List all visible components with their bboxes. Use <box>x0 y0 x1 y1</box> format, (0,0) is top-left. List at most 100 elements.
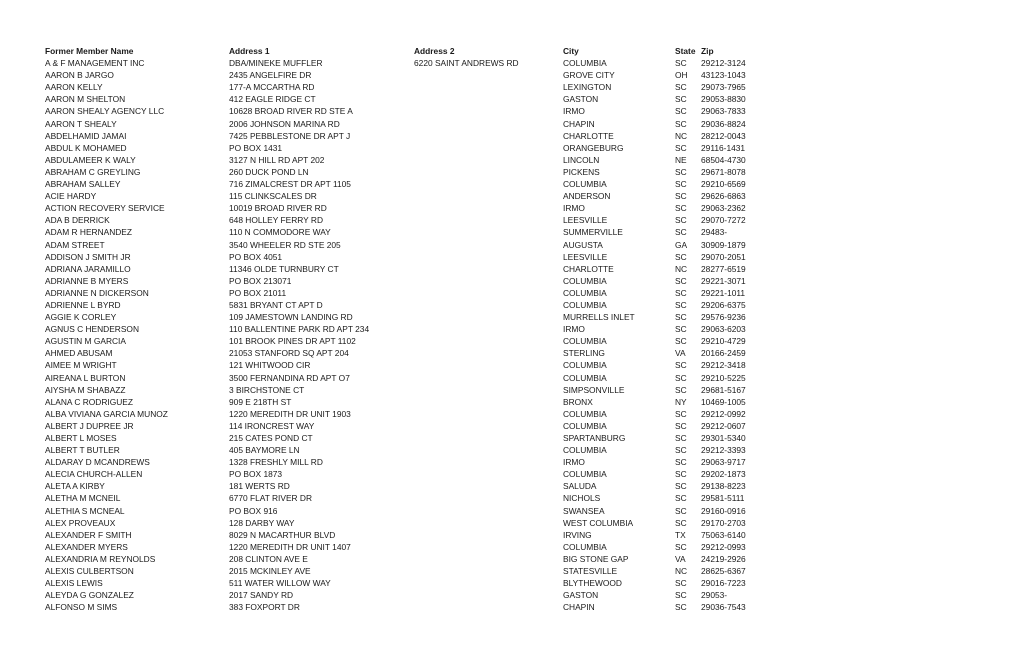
cell-zip: 29070-2051 <box>701 251 746 262</box>
cell-city: SALUDA <box>563 481 597 492</box>
cell-city: GROVE CITY <box>563 70 615 81</box>
cell-address1: PO BOX 1873 <box>229 469 283 480</box>
cell-city: LEXINGTON <box>563 82 612 93</box>
cell-address1: 1220 MEREDITH DR UNIT 1407 <box>229 541 351 552</box>
cell-zip: 29036-7543 <box>701 602 746 613</box>
cell-address1: PO BOX 4051 <box>229 251 283 262</box>
cell-city: BIG STONE GAP <box>563 553 629 564</box>
cell-name: ALBERT J DUPREE JR <box>45 420 134 431</box>
cell-city: MURRELLS INLET <box>563 312 635 323</box>
cell-zip: 75063-6140 <box>701 529 746 540</box>
cell-address1: 115 CLINKSCALES DR <box>229 191 317 202</box>
cell-city: GASTON <box>563 94 599 105</box>
header-state: State <box>675 46 696 56</box>
cell-city: IRMO <box>563 203 585 214</box>
cell-state: NE <box>675 154 687 165</box>
cell-name: ACIE HARDY <box>45 191 97 202</box>
cell-address1: 648 HOLLEY FERRY RD <box>229 215 324 226</box>
cell-address1: 121 WHITWOOD CIR <box>229 360 311 371</box>
cell-name: AARON M SHELTON <box>45 94 126 105</box>
cell-zip: 29063-9717 <box>701 457 746 468</box>
cell-name: A & F MANAGEMENT INC <box>45 58 145 69</box>
cell-address1: PO BOX 916 <box>229 505 278 516</box>
cell-name: ALEXIS LEWIS <box>45 578 103 589</box>
cell-zip: 29681-5167 <box>701 384 746 395</box>
cell-name: ADDISON J SMITH JR <box>45 251 131 262</box>
cell-zip: 29138-8223 <box>701 481 746 492</box>
cell-state: SC <box>675 82 687 93</box>
cell-state: SC <box>675 203 687 214</box>
cell-address1: 1220 MEREDITH DR UNIT 1903 <box>229 408 351 419</box>
cell-address1: 3 BIRCHSTONE CT <box>229 384 305 395</box>
cell-zip: 29212-3124 <box>701 58 746 69</box>
cell-state: VA <box>675 553 686 564</box>
cell-name: ALETHA M MCNEIL <box>45 493 121 504</box>
cell-name: ALEX PROVEAUX <box>45 517 116 528</box>
cell-address1: 181 WERTS RD <box>229 481 290 492</box>
cell-name: ALEXANDRIA M REYNOLDS <box>45 553 156 564</box>
cell-state: SC <box>675 324 687 335</box>
cell-address1: 110 BALLENTINE PARK RD APT 234 <box>229 324 370 335</box>
cell-state: SC <box>675 336 687 347</box>
cell-zip: 68504-4730 <box>701 154 746 165</box>
cell-state: SC <box>675 505 687 516</box>
cell-name: ABDUL K MOHAMED <box>45 142 127 153</box>
cell-zip: 29206-6375 <box>701 299 746 310</box>
cell-zip: 29063-6203 <box>701 324 746 335</box>
cell-state: SC <box>675 578 687 589</box>
cell-zip: 29212-0992 <box>701 408 746 419</box>
cell-zip: 29036-8824 <box>701 118 746 129</box>
cell-state: SC <box>675 384 687 395</box>
cell-city: BRONX <box>563 396 593 407</box>
cell-city: SIMPSONVILLE <box>563 384 625 395</box>
cell-city: COLUMBIA <box>563 299 607 310</box>
cell-city: COLUMBIA <box>563 336 607 347</box>
cell-zip: 29212-0993 <box>701 541 746 552</box>
cell-address1: PO BOX 213071 <box>229 275 292 286</box>
cell-city: COLUMBIA <box>563 445 607 456</box>
cell-name: ADAM R HERNANDEZ <box>45 227 133 238</box>
cell-address1: 412 EAGLE RIDGE CT <box>229 94 316 105</box>
cell-address1: 405 BAYMORE LN <box>229 445 300 456</box>
cell-address1: 3500 FERNANDINA RD APT O7 <box>229 372 350 383</box>
cell-city: COLUMBIA <box>563 275 607 286</box>
cell-address1: 716 ZIMALCREST DR APT 1105 <box>229 179 351 190</box>
cell-state: SC <box>675 58 687 69</box>
cell-city: CHARLOTTE <box>563 263 614 274</box>
cell-address1: 128 DARBY WAY <box>229 517 295 528</box>
cell-state: TX <box>675 529 686 540</box>
cell-state: SC <box>675 590 687 601</box>
cell-city: GASTON <box>563 590 599 601</box>
header-address1: Address 1 <box>229 46 270 56</box>
cell-address1: 2015 MCKINLEY AVE <box>229 566 311 577</box>
cell-name: ADAM STREET <box>45 239 105 250</box>
cell-city: COLUMBIA <box>563 287 607 298</box>
cell-zip: 29301-5340 <box>701 433 746 443</box>
cell-address1: 1328 FRESHLY MILL RD <box>229 457 323 468</box>
cell-name: ABRAHAM SALLEY <box>45 179 121 190</box>
cell-state: SC <box>675 191 687 202</box>
cell-state: NC <box>675 566 688 577</box>
cell-state: SC <box>675 251 687 262</box>
cell-state: GA <box>675 239 688 250</box>
cell-city: COLUMBIA <box>563 179 607 190</box>
cell-address1: 2017 SANDY RD <box>229 590 294 601</box>
cell-state: SC <box>675 445 687 456</box>
cell-zip: 29221-3071 <box>701 275 746 286</box>
cell-zip: 29053- <box>701 590 728 601</box>
cell-city: SUMMERVILLE <box>563 227 623 238</box>
cell-zip: 29116-1431 <box>701 142 746 153</box>
cell-address1: 10019 BROAD RIVER RD <box>229 203 327 214</box>
cell-name: AHMED ABUSAM <box>45 348 113 359</box>
cell-name: ABDELHAMID JAMAI <box>45 130 127 141</box>
cell-name: ALETHIA S MCNEAL <box>45 505 125 516</box>
cell-address1: 101 BROOK PINES DR APT 1102 <box>229 336 356 347</box>
cell-zip: 29160-0916 <box>701 505 746 516</box>
cell-address1: DBA/MINEKE MUFFLER <box>229 58 323 69</box>
cell-name: AGNUS C HENDERSON <box>45 324 139 335</box>
cell-zip: 29070-7272 <box>701 215 746 226</box>
cell-address1: 110 N COMMODORE WAY <box>229 227 331 238</box>
cell-state: SC <box>675 408 687 419</box>
cell-name: AARON B JARGO <box>45 70 114 81</box>
cell-state: SC <box>675 118 687 129</box>
